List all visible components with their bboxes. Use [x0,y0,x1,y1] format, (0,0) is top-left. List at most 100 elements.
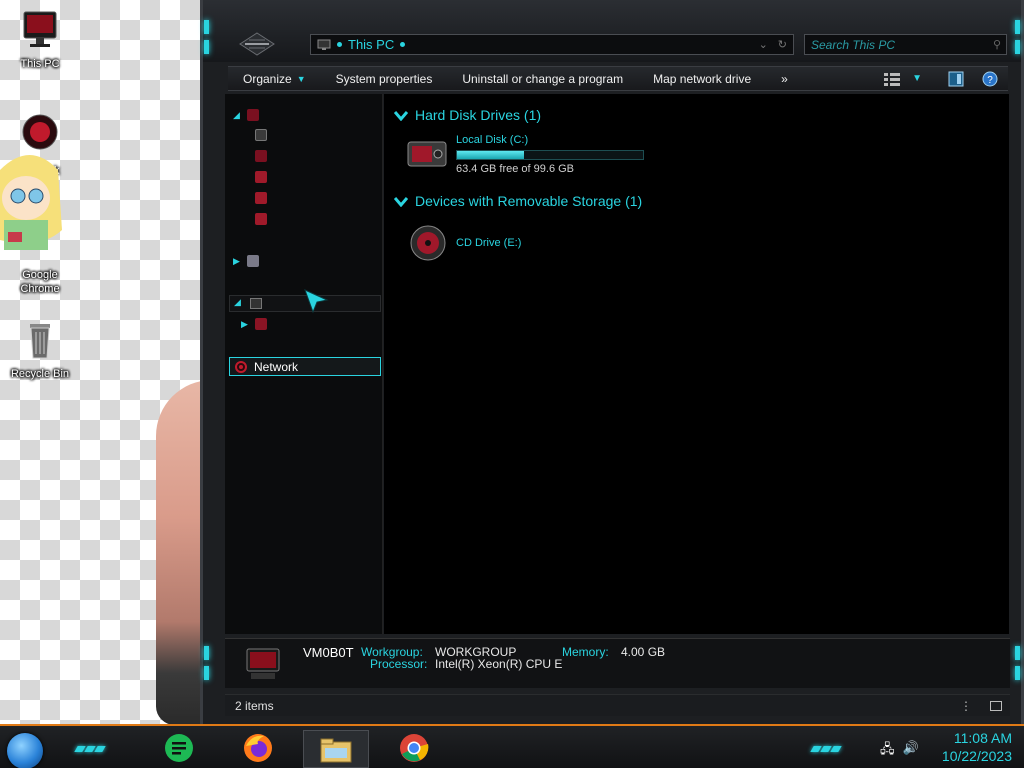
group-header-hard-disk-drives[interactable]: Hard Disk Drives (1) [394,107,541,123]
clock-date: 10/22/2023 [941,748,1012,764]
breadcrumb-separator[interactable] [400,42,406,47]
folder-icon [255,213,267,225]
folder-icon [255,129,267,141]
group-title: Devices with Removable Storage (1) [415,193,643,209]
nav-network-label: Network [254,359,299,374]
navigation-pane: ◢ ▶ ◢ ▶ Network [225,94,383,634]
firefox-icon[interactable] [242,732,274,764]
group-title: Hard Disk Drives (1) [415,107,542,123]
status-bar: 2 items ⋮ [225,694,1010,716]
taskbar-decoration [74,741,106,752]
address-bar[interactable]: This PC ⌄ ↻ [310,34,794,55]
uninstall-program-button[interactable]: Uninstall or change a program [447,67,638,90]
network-status-icon[interactable]: 🖧 [880,740,895,762]
back-forward-emblem-icon[interactable] [239,32,275,56]
map-drive-label: Map network drive [653,71,752,86]
computer-thumbnail-icon [246,648,280,679]
clock-time: 11:08 AM [953,730,1012,746]
mouse-cursor-icon [304,289,329,314]
group-header-removable-storage[interactable]: Devices with Removable Storage (1) [394,193,642,209]
desktop-icon-label: This PC [20,58,60,70]
preview-pane-icon[interactable] [948,71,964,87]
drive-free-space: 63.4 GB free of 99.6 GB [456,163,575,175]
nav-item-downloads[interactable] [255,147,273,165]
frame-glow-left [203,0,213,720]
expand-arrow-icon[interactable]: ▶ [241,319,255,330]
processor-label: Processor: [370,657,428,671]
network-icon [235,360,247,373]
cartoon-character-image [0,155,62,250]
drive-icon [255,318,267,330]
folder-icon [255,171,267,183]
chevron-down-icon: ▼ [296,73,306,84]
collapse-chevron-icon[interactable] [394,109,408,121]
expand-arrow-icon[interactable]: ▶ [233,256,247,267]
collapse-chevron-icon[interactable] [394,195,408,207]
search-box[interactable]: ⚲ [804,34,1007,55]
chrome-icon[interactable] [398,732,430,764]
nav-item-favorites[interactable]: ◢ [233,106,265,124]
svg-text:?: ? [987,75,993,86]
organize-button[interactable]: Organize ▼ [228,67,321,90]
expand-arrow-icon[interactable]: ◢ [233,110,247,121]
star-icon [247,109,259,121]
item-count: 2 items [235,698,274,713]
taskbar: 🖧 🔊 11:08 AM 10/22/2023 [0,724,1024,768]
folder-icon [255,192,267,204]
breadcrumb-this-pc[interactable]: This PC [348,37,394,52]
nav-item-network[interactable]: Network [229,357,381,376]
view-dropdown-icon[interactable]: ▼ [912,73,922,84]
drive-usage-fill [457,151,524,159]
drive-name: CD Drive (E:) [456,237,522,249]
nav-item-documents[interactable] [255,168,273,186]
desktop-icon-google-chrome[interactable]: Google Chrome [2,266,78,296]
taskbar-decoration [810,741,842,752]
desktop-icon-recycle-bin[interactable]: Recycle Bin [2,318,78,381]
refresh-icon[interactable]: ↻ [778,38,787,51]
desktop-icon-this-pc[interactable]: This PC [2,8,78,71]
notes-app-icon[interactable] [163,732,195,764]
tiles-view-icon[interactable] [990,700,1002,711]
drive-usage-bar [456,150,644,160]
nav-item-local-disk[interactable]: ▶ [241,315,273,333]
taskbar-item-file-explorer[interactable] [303,730,369,768]
map-network-drive-button[interactable]: Map network drive [638,67,766,90]
system-properties-button[interactable]: System properties [321,67,448,90]
search-icon[interactable]: ⚲ [993,38,1001,51]
nav-item-music[interactable] [255,189,273,207]
volume-icon[interactable]: 🔊 [903,740,919,762]
nav-item-homegroup[interactable]: ▶ [233,252,265,270]
computer-name: VM0B0T [303,645,354,660]
search-input[interactable] [811,37,981,52]
nav-item-desktop[interactable] [255,126,273,144]
system-tray: 🖧 🔊 [880,740,919,762]
hard-drive-icon [407,141,447,167]
view-options-icon[interactable] [884,72,901,86]
drive-info: Local Disk (C:) 63.4 GB free of 99.6 GB [456,134,644,175]
homegroup-icon [247,255,259,267]
desktop-icon-label: Recycle Bin [10,368,70,380]
drive-name: Local Disk (C:) [456,134,529,146]
file-explorer-icon [320,738,352,763]
command-bar: Organize ▼ System properties Uninstall o… [228,66,1008,91]
drive-cd-drive-e[interactable]: CD Drive (E:) [408,223,521,263]
system-properties-label: System properties [335,71,433,86]
cd-drive-icon [410,225,446,261]
memory-value: 4.00 GB [621,645,666,659]
address-dropdown-icon[interactable]: ⌄ [759,38,768,51]
folder-icon [255,150,267,162]
desktop-icon-label: Google Chrome [20,269,60,295]
more-commands-button[interactable]: » [766,67,803,90]
recycle-bin-icon [30,324,50,359]
drive-local-disk-c[interactable]: Local Disk (C:) 63.4 GB free of 99.6 GB [404,134,644,175]
details-pane: VM0B0T Workgroup: WORKGROUP Processor: I… [225,638,1010,688]
organize-label: Organize [243,71,292,86]
help-icon[interactable]: ? [982,71,998,87]
expand-arrow-icon[interactable]: ◢ [234,297,241,308]
nav-item-pictures[interactable] [255,210,273,228]
taskbar-clock[interactable]: 11:08 AM 10/22/2023 [942,729,1012,765]
computer-icon [317,39,331,50]
processor-value: Intel(R) Xeon(R) CPU E [435,657,563,671]
details-view-icon[interactable]: ⋮ [960,699,972,713]
start-button[interactable] [7,733,43,768]
